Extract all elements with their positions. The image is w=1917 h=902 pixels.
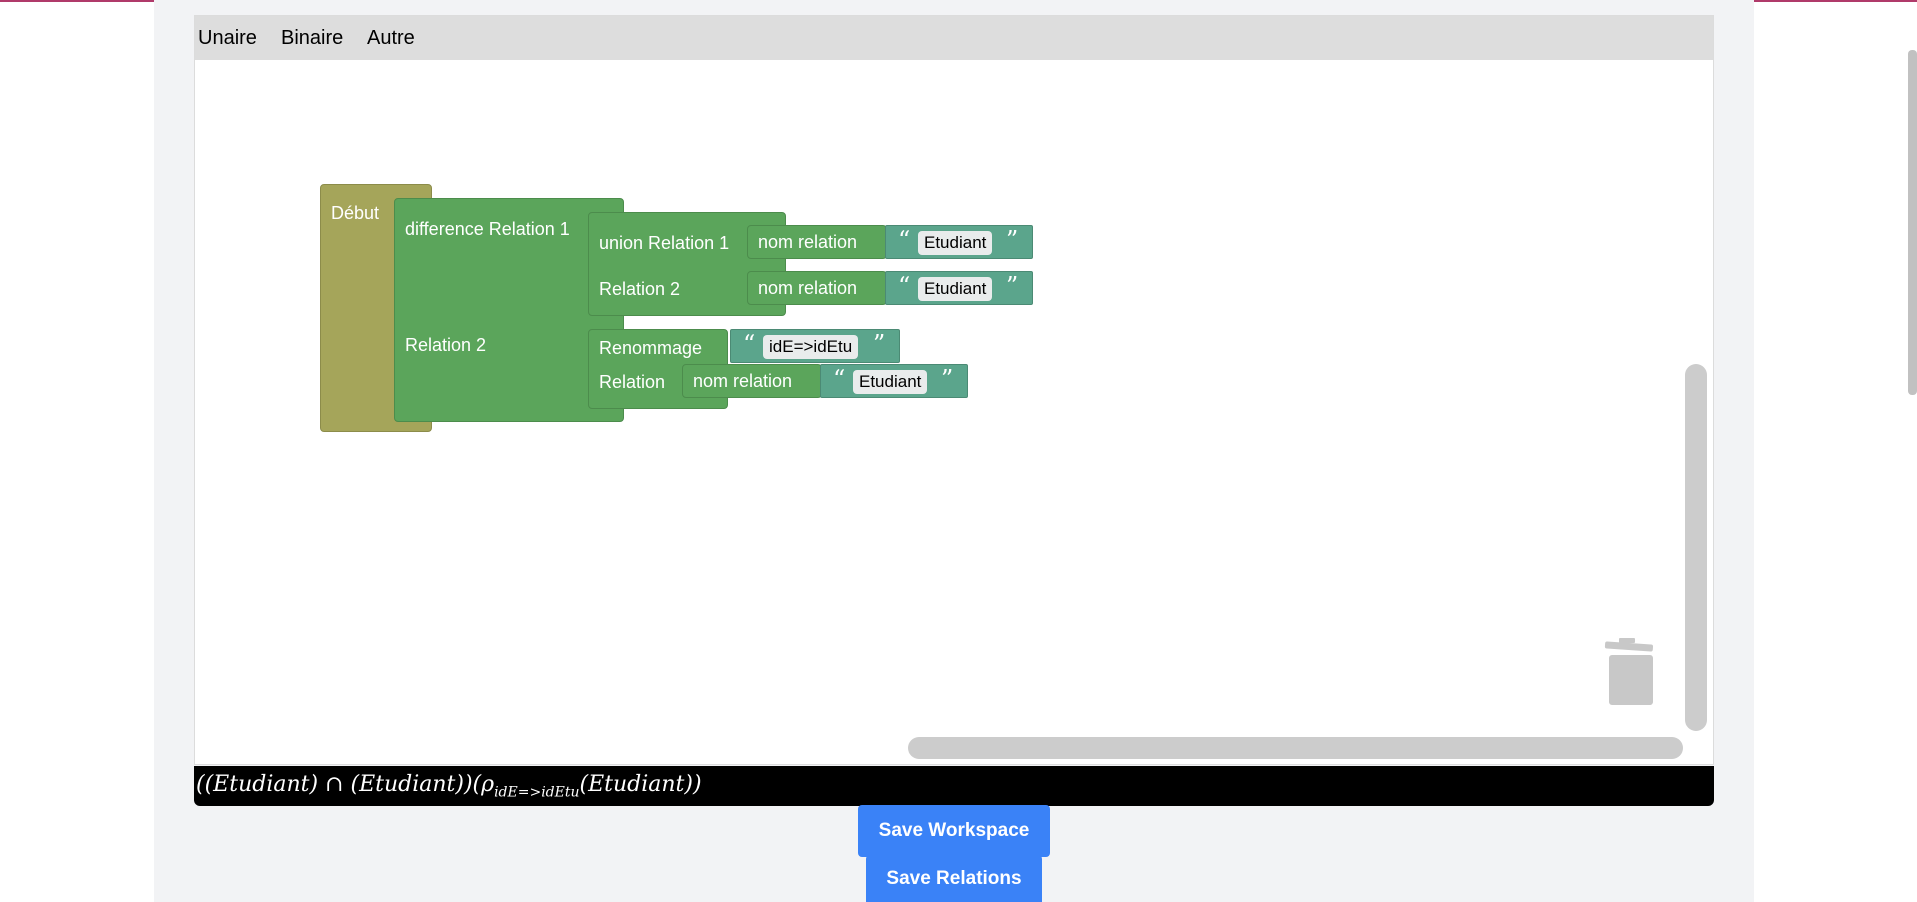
nom-relation-label: nom relation: [693, 371, 793, 391]
formula-main: ((Etudiant) ∩ (Etudiant))(ρ: [196, 772, 495, 797]
start-block-label: Début: [331, 203, 380, 223]
formula-subscript: idE=>idEtu: [494, 784, 580, 801]
open-quote-icon: “: [898, 272, 911, 300]
page-scrollbar[interactable]: [1908, 50, 1917, 395]
close-quote-icon: ”: [941, 365, 954, 393]
rename-relation-label: Relation: [599, 372, 666, 392]
nom-relation-block[interactable]: nom relation: [747, 225, 887, 259]
save-workspace-button[interactable]: Save Workspace: [858, 805, 1050, 857]
open-quote-icon: “: [898, 226, 911, 254]
workspace-horizontal-scrollbar[interactable]: [908, 737, 1683, 759]
toolbox: Unaire Binaire Autre: [195, 16, 1713, 60]
text-block[interactable]: “ Etudiant ”: [885, 271, 1033, 305]
difference-relation2-label: Relation 2: [405, 335, 487, 355]
toolbox-category-binaire[interactable]: Binaire: [281, 27, 343, 50]
nom-relation-label: nom relation: [758, 278, 858, 298]
nom-relation-block[interactable]: nom relation: [682, 364, 822, 398]
close-quote-icon: ”: [1006, 272, 1019, 300]
text-field-etudiant[interactable]: Etudiant: [918, 277, 993, 301]
text-block[interactable]: “ Etudiant ”: [820, 364, 968, 398]
nom-relation-block[interactable]: nom relation: [747, 271, 887, 305]
union-block-label: union Relation 1: [599, 233, 730, 253]
text-field-etudiant[interactable]: Etudiant: [918, 231, 993, 255]
formula-text: ((Etudiant) ∩ (Etudiant))(ρidE=>idEtu(Et…: [196, 772, 702, 800]
trash-icon[interactable]: [1599, 636, 1659, 708]
text-field-rename-mapping[interactable]: idE=>idEtu: [763, 335, 859, 359]
open-quote-icon: “: [743, 330, 756, 358]
close-quote-icon: ”: [873, 330, 886, 358]
difference-block-label: difference Relation 1: [405, 219, 570, 239]
rename-block-label: Renommage: [599, 338, 703, 358]
toolbox-category-autre[interactable]: Autre: [367, 27, 415, 50]
formula-tail: (Etudiant)): [579, 772, 702, 797]
blockly-workspace[interactable]: Unaire Binaire Autre Début difference Re…: [194, 15, 1714, 765]
toolbox-category-unaire[interactable]: Unaire: [198, 27, 257, 50]
open-quote-icon: “: [833, 365, 846, 393]
workspace-vertical-scrollbar[interactable]: [1685, 364, 1707, 731]
formula-output: ((Etudiant) ∩ (Etudiant))(ρidE=>idEtu(Et…: [194, 766, 1714, 806]
close-quote-icon: ”: [1006, 226, 1019, 254]
text-field-etudiant[interactable]: Etudiant: [853, 370, 928, 394]
save-relations-button[interactable]: Save Relations: [866, 855, 1042, 902]
union-relation2-label: Relation 2: [599, 279, 681, 299]
text-block[interactable]: “ idE=>idEtu ”: [730, 329, 900, 363]
nom-relation-label: nom relation: [758, 232, 858, 252]
text-block[interactable]: “ Etudiant ”: [885, 225, 1033, 259]
